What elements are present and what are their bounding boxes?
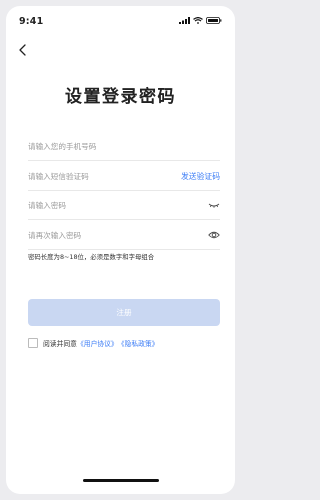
cellular-signal-icon: [179, 17, 190, 24]
confirm-password-input[interactable]: [28, 223, 178, 247]
phone-input[interactable]: [28, 134, 178, 158]
password-input[interactable]: [28, 193, 178, 217]
agreement-checkbox[interactable]: [28, 338, 38, 348]
eye-closed-icon[interactable]: [208, 199, 220, 211]
status-icons: [179, 17, 222, 24]
code-field: 发送验证码: [28, 164, 220, 191]
wifi-icon: [193, 17, 203, 24]
user-agreement-link[interactable]: 《用户协议》: [77, 338, 118, 348]
battery-icon: [206, 17, 222, 24]
send-code-button[interactable]: 发送验证码: [181, 171, 220, 182]
phone-field: [28, 134, 220, 161]
register-button[interactable]: 注册: [28, 299, 220, 326]
password-hint: 密码长度为8~18位，必须是数字和字母组合: [28, 253, 155, 261]
confirm-password-field: [28, 223, 220, 250]
home-indicator: [83, 479, 159, 482]
eye-open-icon[interactable]: [208, 229, 220, 241]
agreement-row: 阅读并同意 《用户协议》 《隐私政策》: [28, 338, 159, 348]
page-title: 设置登录密码: [65, 87, 176, 107]
status-time: 9:41: [19, 16, 44, 27]
privacy-policy-link[interactable]: 《隐私政策》: [118, 338, 159, 348]
code-input[interactable]: [28, 164, 178, 188]
agreement-prefix: 阅读并同意: [43, 340, 77, 348]
status-bar: 9:41: [6, 6, 235, 34]
back-chevron-icon[interactable]: [15, 42, 31, 58]
password-field: [28, 193, 220, 220]
phone-screen: 9:41 设置登录密码 发送验: [6, 6, 235, 494]
